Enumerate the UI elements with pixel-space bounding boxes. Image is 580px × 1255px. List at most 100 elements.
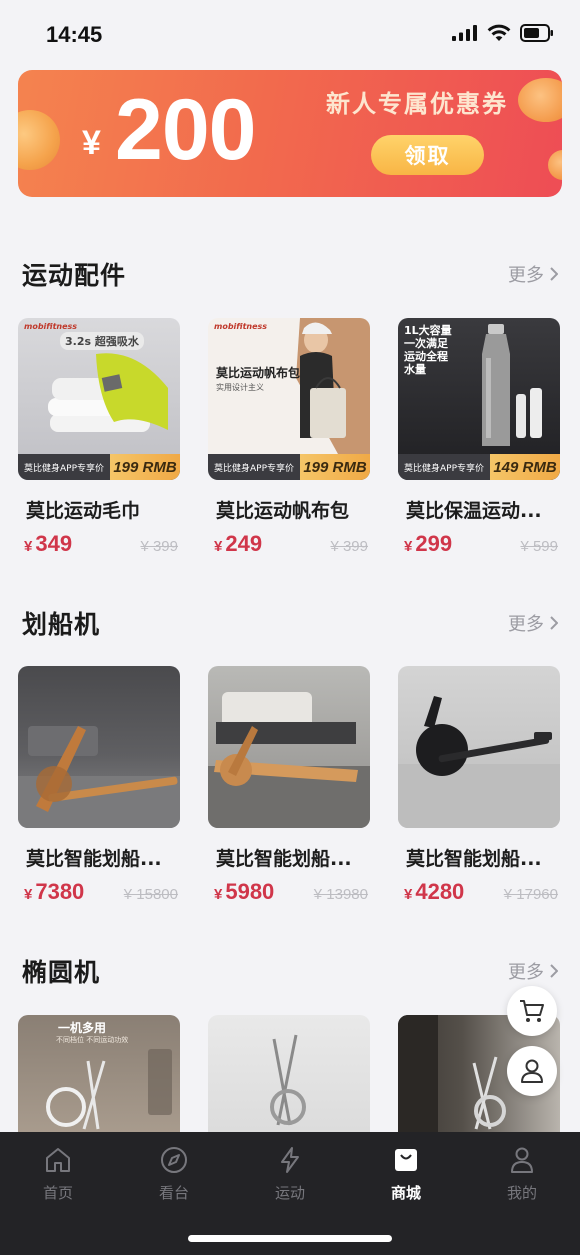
promo-tag-text: 莫比健身APP专享价: [214, 463, 295, 474]
product-prices: ¥349 ¥ 399: [18, 531, 180, 557]
product-original-price: ¥ 599: [520, 538, 558, 555]
elliptical-illustration: [270, 1034, 306, 1126]
chevron-right-icon: [550, 267, 558, 281]
product-card[interactable]: 莫比智能划船... ¥4280 ¥ 17960: [398, 666, 560, 905]
section-title: 运动配件: [22, 261, 127, 290]
rowing-machine-illustration: [208, 692, 370, 828]
coupon-currency: ¥: [82, 124, 101, 162]
product-prices: ¥7380 ¥ 15800: [18, 879, 180, 905]
product-thumbnail: [18, 666, 180, 828]
tab-stands[interactable]: 看台: [134, 1146, 214, 1203]
product-name: 莫比运动帆布包: [216, 500, 350, 522]
promo-price: 199 RMB: [300, 454, 370, 480]
claim-coupon-button[interactable]: 领取: [371, 135, 484, 175]
product-original-price: ¥ 17960: [503, 886, 558, 903]
status-time: 14:45: [46, 22, 103, 47]
chevron-right-icon: [550, 616, 558, 630]
rowing-machine-illustration: [398, 696, 560, 828]
product-card[interactable]: mobifitness 3.2s 超强吸水 莫比健身APP专享价 199 RMB…: [18, 318, 180, 557]
product-thumbnail: [208, 666, 370, 828]
tab-mall[interactable]: 商城: [366, 1146, 446, 1203]
tab-label: 首页: [42, 1184, 73, 1202]
product-name: 莫比智能划船...: [26, 848, 162, 870]
coupon-title: 新人专属优惠券: [326, 90, 508, 118]
home-icon: [46, 1148, 70, 1172]
product-price: ¥249: [214, 531, 263, 556]
section-header-rowing-machine: 划船机 更多: [22, 603, 558, 643]
tab-label: 看台: [158, 1184, 189, 1202]
product-price: ¥5980: [214, 879, 275, 904]
more-link[interactable]: 更多: [508, 610, 558, 636]
coupon-amount: 200: [115, 82, 256, 178]
cellular-signal-icon: [452, 25, 477, 41]
coin-decoration: [18, 110, 60, 170]
promo-tag-text: 莫比健身APP专享价: [24, 463, 105, 474]
product-card[interactable]: 莫比智能划船... ¥5980 ¥ 13980: [208, 666, 370, 905]
elliptical-illustration: [46, 1049, 172, 1130]
battery-icon: [520, 24, 553, 42]
person-icon: [521, 1059, 543, 1083]
tab-home[interactable]: 首页: [18, 1146, 98, 1203]
section-title: 椭圆机: [22, 958, 101, 987]
tab-mine[interactable]: 我的: [482, 1146, 562, 1203]
tab-label: 运动: [274, 1184, 305, 1202]
product-thumbnail: [208, 1015, 370, 1132]
wifi-icon: [487, 24, 511, 41]
coin-decoration: [548, 150, 562, 180]
section-header-elliptical: 椭圆机 更多: [22, 951, 558, 991]
product-prices: ¥4280 ¥ 17960: [398, 879, 560, 905]
tab-sport[interactable]: 运动: [250, 1146, 330, 1203]
product-thumbnail: [398, 666, 560, 828]
product-thumbnail: 1L大容量 一次满足运动全程水量 莫比健身APP专享价 149 RMB: [398, 318, 560, 480]
product-card[interactable]: 一机多用 不同档位 不同运动功效: [18, 1015, 180, 1132]
more-label: 更多: [508, 614, 544, 635]
product-original-price: ¥ 13980: [313, 886, 368, 903]
product-price: ¥4280: [404, 879, 465, 904]
more-label: 更多: [508, 962, 544, 983]
shopping-cart-icon: [520, 1000, 544, 1022]
promo-tag: 莫比健身APP专享价 149 RMB: [398, 454, 560, 480]
section-header-accessories: 运动配件 更多: [22, 254, 558, 294]
product-original-price: ¥ 399: [330, 538, 368, 555]
product-prices: ¥5980 ¥ 13980: [208, 879, 370, 905]
product-original-price: ¥ 15800: [123, 886, 178, 903]
thumb-subcaption: 实用设计主义: [216, 383, 264, 392]
product-name: 莫比运动毛巾: [26, 500, 141, 522]
product-original-price: ¥ 399: [140, 538, 178, 555]
product-card[interactable]: mobifitness 莫比运动帆布包 实用设计主义 莫比健身APP专享价 19…: [208, 318, 370, 557]
promo-price: 199 RMB: [110, 454, 180, 480]
product-name: 莫比保温运动...: [406, 500, 542, 522]
product-prices: ¥299 ¥ 599: [398, 531, 560, 557]
profile-float-button[interactable]: [507, 1046, 557, 1096]
thumb-brand: mobifitness: [214, 322, 268, 331]
thumb-caption: 莫比运动帆布包: [216, 366, 301, 380]
tab-label: 商城: [390, 1184, 421, 1202]
promo-tag: 莫比健身APP专享价 199 RMB: [208, 454, 370, 480]
section-title: 划船机: [22, 610, 101, 639]
product-thumbnail: 一机多用 不同档位 不同运动功效: [18, 1015, 180, 1132]
rowing-machine-illustration: [18, 726, 180, 828]
bottle-illustration: [482, 324, 542, 446]
product-name: 莫比智能划船...: [406, 848, 542, 870]
product-card[interactable]: 1L大容量 一次满足运动全程水量 莫比健身APP专享价 149 RMB 莫比保温…: [398, 318, 560, 557]
product-card[interactable]: 莫比智能划船... ¥7380 ¥ 15800: [18, 666, 180, 905]
chevron-right-icon: [550, 964, 558, 978]
towel-illustration: [48, 353, 168, 432]
promo-tag: 莫比健身APP专享价 199 RMB: [18, 454, 180, 480]
more-link[interactable]: 更多: [508, 261, 558, 287]
tab-label: 我的: [506, 1184, 537, 1202]
product-thumbnail: mobifitness 3.2s 超强吸水 莫比健身APP专享价 199 RMB: [18, 318, 180, 480]
status-icons: [452, 24, 554, 42]
product-name: 莫比智能划船...: [216, 848, 352, 870]
lightning-icon: [281, 1147, 299, 1173]
more-link[interactable]: 更多: [508, 958, 558, 984]
coin-decoration: [518, 78, 562, 122]
more-label: 更多: [508, 265, 544, 286]
cart-button[interactable]: [507, 986, 557, 1036]
product-card[interactable]: [208, 1015, 370, 1132]
product-price: ¥349: [24, 531, 73, 556]
product-price: ¥7380: [24, 879, 85, 904]
product-thumbnail: mobifitness 莫比运动帆布包 实用设计主义 莫比健身APP专享价 19…: [208, 318, 370, 480]
product-prices: ¥249 ¥ 399: [208, 531, 370, 557]
status-bar: 14:45: [0, 0, 580, 68]
